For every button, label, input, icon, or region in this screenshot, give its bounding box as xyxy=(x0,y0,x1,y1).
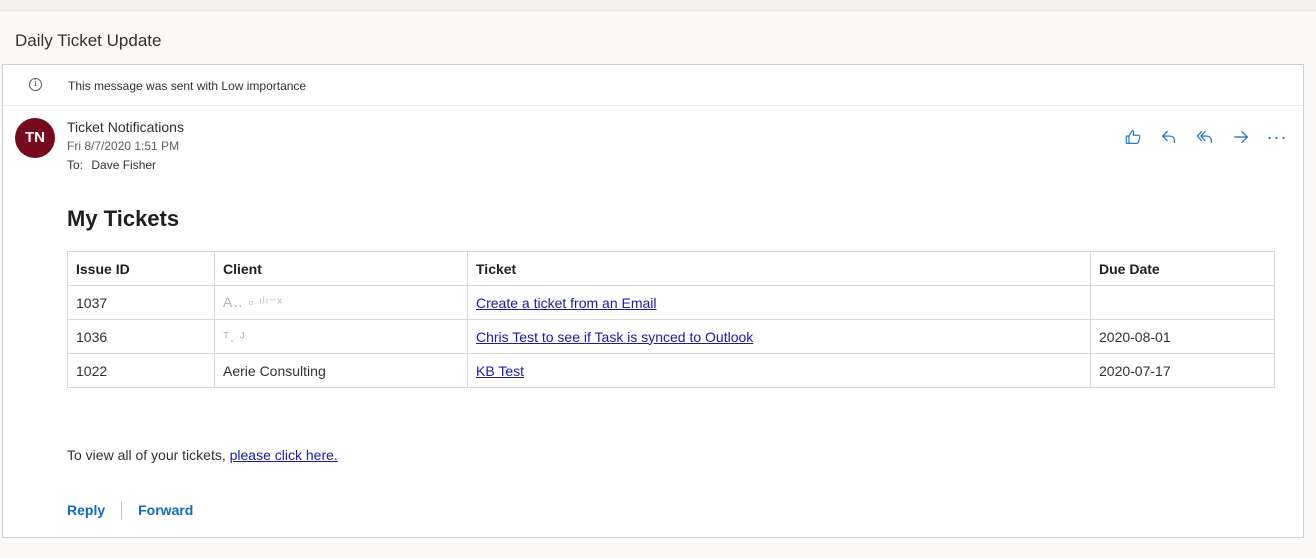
top-strip xyxy=(0,0,1316,11)
reply-button[interactable]: Reply xyxy=(67,502,105,518)
footer-prefix: To view all of your tickets, xyxy=(67,447,226,463)
reply-icon xyxy=(1162,131,1175,143)
view-all-tickets-link[interactable]: please click here. xyxy=(230,447,338,463)
header-ticket: Ticket xyxy=(467,251,1091,286)
avatar[interactable]: TN xyxy=(15,118,55,158)
ticket-cell: KB Test xyxy=(467,353,1091,388)
ticket-link[interactable]: Create a ticket from an Email xyxy=(476,295,657,311)
info-icon: i xyxy=(29,78,42,91)
due-date-cell: 2020-08-01 xyxy=(1090,319,1275,354)
forward-icon-button[interactable] xyxy=(1231,127,1251,147)
table-row: 1037 A‥ ▫ ᶦˡᶦ⁻ˣ Create a ticket from an … xyxy=(67,285,1275,320)
reply-all-icon xyxy=(1196,131,1212,143)
forward-button[interactable]: Forward xyxy=(138,502,193,518)
message-actions: ··· xyxy=(1123,127,1287,147)
forward-icon xyxy=(1234,131,1248,143)
header-issue-id: Issue ID xyxy=(67,251,215,286)
importance-info-bar: i This message was sent with Low importa… xyxy=(3,65,1303,106)
header-due-date: Due Date xyxy=(1090,251,1275,286)
reply-bar: Reply Forward xyxy=(67,501,193,519)
ticket-link[interactable]: KB Test xyxy=(476,363,524,379)
table-row: 1036 ᵀ. ᴶ Chris Test to see if Task is s… xyxy=(67,319,1275,354)
divider xyxy=(121,501,123,519)
message-card: i This message was sent with Low importa… xyxy=(2,64,1304,538)
client-cell: A‥ ▫ ᶦˡᶦ⁻ˣ xyxy=(214,285,468,320)
table-header-row: Issue ID Client Ticket Due Date xyxy=(67,251,1275,286)
due-date-cell: 2020-07-17 xyxy=(1090,353,1275,388)
reply-icon-button[interactable] xyxy=(1159,127,1179,147)
importance-notice: This message was sent with Low importanc… xyxy=(68,79,307,93)
body-title: My Tickets xyxy=(67,206,180,231)
client-cell: ᵀ. ᴶ xyxy=(214,319,468,354)
footer-text: To view all of your tickets, please clic… xyxy=(67,447,338,463)
like-button[interactable] xyxy=(1123,127,1143,147)
recipient-line: To: Dave Fisher xyxy=(67,158,156,172)
sender-name[interactable]: Ticket Notifications xyxy=(67,119,184,135)
issue-id-cell: 1036 xyxy=(67,319,215,354)
tickets-table: Issue ID Client Ticket Due Date 1037 A‥ … xyxy=(67,251,1275,388)
recipient-name[interactable]: Dave Fisher xyxy=(91,158,156,172)
client-cell: Aerie Consulting xyxy=(214,353,468,388)
issue-id-cell: 1037 xyxy=(67,285,215,320)
ticket-cell: Create a ticket from an Email xyxy=(467,285,1091,320)
header-client: Client xyxy=(214,251,468,286)
to-label: To: xyxy=(67,158,84,172)
table-row: 1022 Aerie Consulting KB Test 2020-07-17 xyxy=(67,353,1275,388)
more-actions-icon[interactable]: ··· xyxy=(1267,127,1287,147)
message-subject: Daily Ticket Update xyxy=(15,31,162,50)
ticket-cell: Chris Test to see if Task is synced to O… xyxy=(467,319,1091,354)
ticket-link[interactable]: Chris Test to see if Task is synced to O… xyxy=(476,329,753,345)
reply-all-icon-button[interactable] xyxy=(1195,127,1215,147)
issue-id-cell: 1022 xyxy=(67,353,215,388)
due-date-cell xyxy=(1090,285,1275,320)
sent-date: Fri 8/7/2020 1:51 PM xyxy=(67,139,180,153)
thumbs-up-icon xyxy=(1125,130,1141,144)
